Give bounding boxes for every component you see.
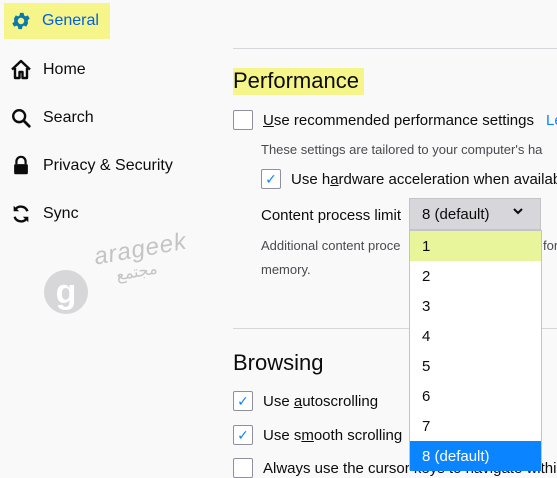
content-process-limit-dropdown[interactable]: 1 2 3 4 5 6 7 8 (default): [409, 230, 542, 471]
preferences-window: General Home Search Privacy & Security S…: [0, 0, 557, 478]
sidebar-item-label: Search: [43, 109, 94, 126]
recommended-settings-label: Use recommended performance settings: [263, 111, 534, 129]
sidebar-item-privacy[interactable]: Privacy & Security: [0, 146, 210, 186]
dropdown-option[interactable]: 5: [410, 351, 541, 381]
additional-note-b: for: [543, 238, 557, 253]
sidebar-item-home[interactable]: Home: [0, 50, 210, 90]
hardware-acceleration-row[interactable]: ✓ Use hardware acceleration when availab…: [261, 168, 557, 190]
sidebar-item-general[interactable]: General: [4, 3, 110, 39]
autoscrolling-label: Use autoscrolling: [263, 392, 379, 410]
sidebar-item-label: Privacy & Security: [43, 157, 173, 174]
dropdown-option[interactable]: 7: [410, 411, 541, 441]
smooth-scrolling-label: Use smooth scrolling: [263, 426, 403, 444]
home-icon: [8, 57, 34, 83]
dropdown-option[interactable]: 1: [410, 231, 541, 261]
smooth-scrolling-checkbox[interactable]: ✓: [233, 425, 253, 445]
gear-icon: [8, 8, 34, 34]
additional-note-c: memory.: [261, 262, 311, 277]
dropdown-option[interactable]: 4: [410, 321, 541, 351]
content-process-limit-select[interactable]: 8 (default): [409, 198, 541, 230]
learn-more-link[interactable]: Le: [546, 112, 557, 129]
sync-icon: [8, 201, 34, 227]
sidebar-item-search[interactable]: Search: [0, 98, 210, 138]
select-value: 8 (default): [422, 205, 490, 223]
sidebar-item-label: Home: [43, 61, 86, 78]
smooth-scrolling-row[interactable]: ✓ Use smooth scrolling: [233, 424, 402, 446]
sidebar-item-label: General: [42, 12, 99, 29]
tailored-note: These settings are tailored to your comp…: [261, 142, 543, 157]
sidebar-item-label: Sync: [43, 205, 79, 222]
autoscrolling-checkbox[interactable]: ✓: [233, 391, 253, 411]
watermark-logo: g arageek مجتمع: [44, 228, 189, 324]
dropdown-option[interactable]: 3: [410, 291, 541, 321]
hardware-acceleration-checkbox[interactable]: ✓: [261, 169, 281, 189]
watermark-letter: g: [44, 270, 88, 314]
divider: [233, 48, 557, 49]
dropdown-option-selected[interactable]: 8 (default): [410, 441, 541, 471]
additional-note-a: Additional content proce: [261, 238, 401, 253]
performance-heading: Performance: [233, 68, 364, 95]
dropdown-option[interactable]: 2: [410, 261, 541, 291]
lock-icon: [8, 153, 34, 179]
recommended-settings-row[interactable]: Use recommended performance settings Le: [233, 109, 557, 131]
browsing-heading: Browsing: [233, 350, 324, 375]
cursor-keys-checkbox[interactable]: [233, 458, 253, 478]
dropdown-option[interactable]: 6: [410, 381, 541, 411]
chevron-down-icon: [512, 205, 524, 220]
search-icon: [8, 105, 34, 131]
hardware-acceleration-label: Use hardware acceleration when availabl: [291, 170, 557, 188]
content-process-limit-label: Content process limit: [261, 206, 402, 224]
recommended-settings-checkbox[interactable]: [233, 110, 253, 130]
autoscrolling-row[interactable]: ✓ Use autoscrolling: [233, 390, 378, 412]
